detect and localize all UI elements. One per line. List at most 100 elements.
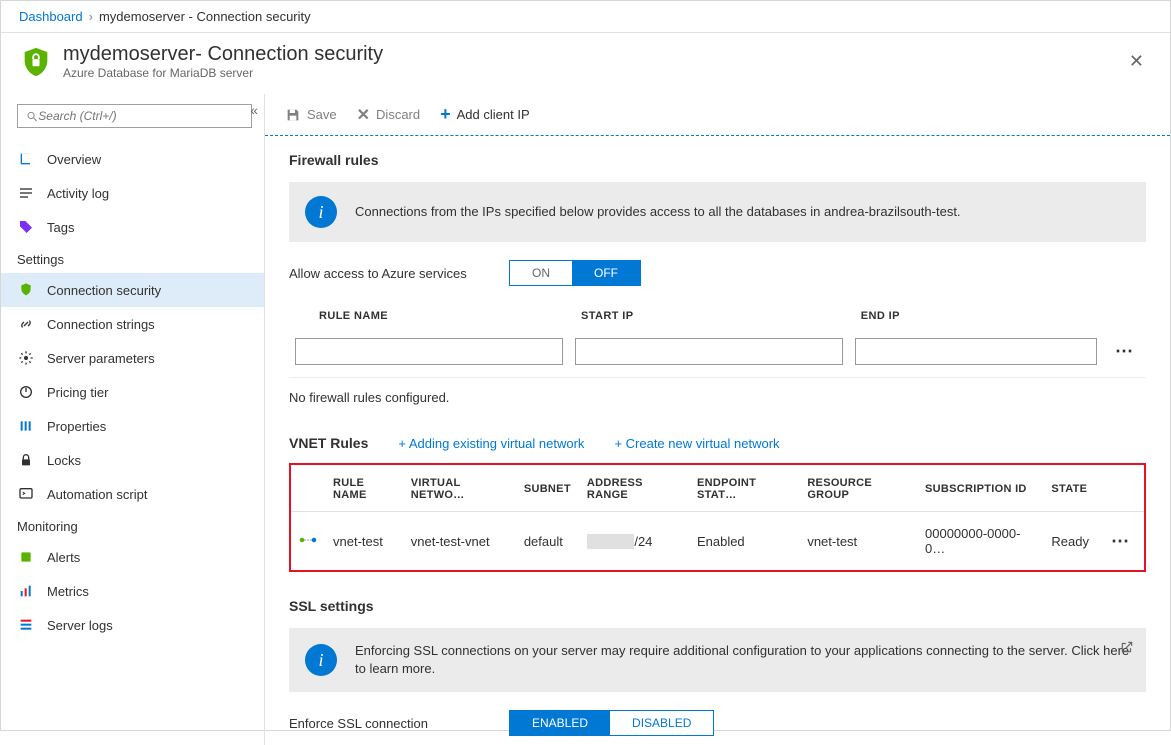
sidebar-item-label: Connection strings (47, 317, 155, 332)
toolbar-label: Add client IP (457, 107, 530, 122)
sidebar-item-label: Overview (47, 152, 101, 167)
close-button[interactable]: ✕ (1121, 47, 1152, 76)
sidebar-item-pricing-tier[interactable]: Pricing tier (1, 375, 264, 409)
save-button[interactable]: Save (285, 107, 337, 123)
sidebar-item-metrics[interactable]: Metrics (1, 574, 264, 608)
collapse-sidebar-icon[interactable]: « (250, 102, 258, 118)
breadcrumb-root[interactable]: Dashboard (19, 9, 83, 24)
fw-col-start: START IP (569, 300, 849, 332)
ssl-info-text: Enforcing SSL connections on your server… (355, 642, 1130, 678)
sidebar-item-locks[interactable]: Locks (1, 443, 264, 477)
sidebar-item-label: Properties (47, 419, 106, 434)
search-input[interactable] (38, 109, 243, 123)
add-existing-vnet-link[interactable]: + Adding existing virtual network (398, 436, 584, 451)
firewall-title: Firewall rules (289, 152, 1146, 168)
sidebar-item-connection-strings[interactable]: Connection strings (1, 307, 264, 341)
toggle-on-option[interactable]: ON (510, 261, 572, 285)
vnet-icon (299, 533, 317, 547)
page-title: mydemoserver- Connection security (63, 43, 383, 66)
sidebar-item-automation-script[interactable]: Automation script (1, 477, 264, 511)
plus-icon: + (440, 104, 451, 125)
vnet-col-subnet: SUBNET (516, 465, 579, 512)
enforce-ssl-label: Enforce SSL connection (289, 716, 509, 731)
vnet-col-state: STATE (1043, 465, 1097, 512)
add-client-ip-button[interactable]: + Add client IP (440, 104, 530, 125)
vnet-row-more-button[interactable]: ⋯ (1105, 531, 1136, 551)
page-header: mydemoserver- Connection security Azure … (1, 33, 1170, 94)
ssl-title: SSL settings (289, 598, 1146, 614)
sidebar-item-connection-security[interactable]: Connection security (1, 273, 264, 307)
enforce-ssl-toggle[interactable]: ENABLED DISABLED (509, 710, 714, 736)
lock-icon (17, 451, 35, 469)
sidebar: « Overview Activity log Tags Settings Co… (1, 94, 265, 745)
sidebar-item-label: Pricing tier (47, 385, 108, 400)
sidebar-item-label: Locks (47, 453, 81, 468)
sidebar-item-label: Server parameters (47, 351, 155, 366)
metrics-icon (17, 582, 35, 600)
search-box[interactable] (17, 104, 252, 128)
content-area: Save ✕Discard + Add client IP Firewall ru… (265, 94, 1170, 745)
sidebar-item-label: Tags (47, 220, 74, 235)
sidebar-item-server-parameters[interactable]: Server parameters (1, 341, 264, 375)
toggle-off-option[interactable]: OFF (572, 261, 640, 285)
azure-access-row: Allow access to Azure services ON OFF (289, 242, 1146, 300)
vnet-rules-highlight-box: RULE NAME VIRTUAL NETWO… SUBNET ADDRESS … (289, 463, 1146, 572)
firewall-info-bar: i Connections from the IPs specified bel… (289, 182, 1146, 242)
firewall-empty-note: No firewall rules configured. (289, 377, 1146, 409)
properties-icon (17, 417, 35, 435)
vnet-row[interactable]: vnet-test vnet-test-vnet default xxx/24 … (291, 512, 1144, 571)
book-icon (17, 150, 35, 168)
sidebar-item-label: Connection security (47, 283, 161, 298)
shield-small-icon (17, 281, 35, 299)
row-more-button[interactable]: ⋯ (1109, 341, 1140, 361)
firewall-input-row: ⋯ (289, 332, 1146, 371)
vnet-col-rule: RULE NAME (325, 465, 403, 512)
vnet-cell-subnet: default (516, 512, 579, 571)
vnet-title: VNET Rules (289, 435, 368, 451)
sidebar-item-label: Automation script (47, 487, 147, 502)
info-icon: i (305, 196, 337, 228)
vnet-col-endpoint: ENDPOINT STAT… (689, 465, 799, 512)
sidebar-item-tags[interactable]: Tags (1, 210, 264, 244)
create-new-vnet-link[interactable]: + Create new virtual network (614, 436, 779, 451)
search-icon (26, 110, 38, 123)
ssl-disabled-option[interactable]: DISABLED (610, 711, 713, 735)
sidebar-section-monitoring: Monitoring (1, 511, 264, 540)
breadcrumb: Dashboard › mydemoserver - Connection se… (1, 1, 1170, 33)
firewall-table: RULE NAME START IP END IP ⋯ (289, 300, 1146, 371)
toolbar: Save ✕Discard + Add client IP (265, 94, 1170, 136)
discard-button[interactable]: ✕Discard (357, 105, 420, 125)
start-ip-input[interactable] (575, 338, 843, 365)
vnet-col-sub: SUBSCRIPTION ID (917, 465, 1043, 512)
vnet-cell-endpoint: Enabled (689, 512, 799, 571)
end-ip-input[interactable] (855, 338, 1097, 365)
azure-access-toggle[interactable]: ON OFF (509, 260, 641, 286)
ssl-info-bar[interactable]: i Enforcing SSL connections on your serv… (289, 628, 1146, 692)
save-icon (285, 107, 301, 123)
sidebar-item-server-logs[interactable]: Server logs (1, 608, 264, 642)
sidebar-item-alerts[interactable]: Alerts (1, 540, 264, 574)
sidebar-item-label: Metrics (47, 584, 89, 599)
fw-col-rule: RULE NAME (289, 300, 569, 332)
sidebar-section-settings: Settings (1, 244, 264, 273)
vnet-col-range: ADDRESS RANGE (579, 465, 689, 512)
alert-icon (17, 548, 35, 566)
azure-access-label: Allow access to Azure services (289, 266, 509, 281)
vnet-section: VNET Rules + Adding existing virtual net… (265, 419, 1170, 582)
vnet-col-rg: RESOURCE GROUP (799, 465, 917, 512)
sidebar-item-properties[interactable]: Properties (1, 409, 264, 443)
sidebar-item-activity-log[interactable]: Activity log (1, 176, 264, 210)
vnet-cell-rg: vnet-test (799, 512, 917, 571)
pricing-icon (17, 383, 35, 401)
log-icon (17, 184, 35, 202)
vnet-cell-vnet: vnet-test-vnet (403, 512, 516, 571)
sidebar-item-overview[interactable]: Overview (1, 142, 264, 176)
ssl-enabled-option[interactable]: ENABLED (510, 711, 610, 735)
external-link-icon (1120, 640, 1134, 654)
discard-icon: ✕ (357, 105, 370, 125)
vnet-cell-state: Ready (1043, 512, 1097, 571)
gear-icon (17, 349, 35, 367)
fw-col-end: END IP (849, 300, 1103, 332)
sidebar-item-label: Alerts (47, 550, 80, 565)
rule-name-input[interactable] (295, 338, 563, 365)
